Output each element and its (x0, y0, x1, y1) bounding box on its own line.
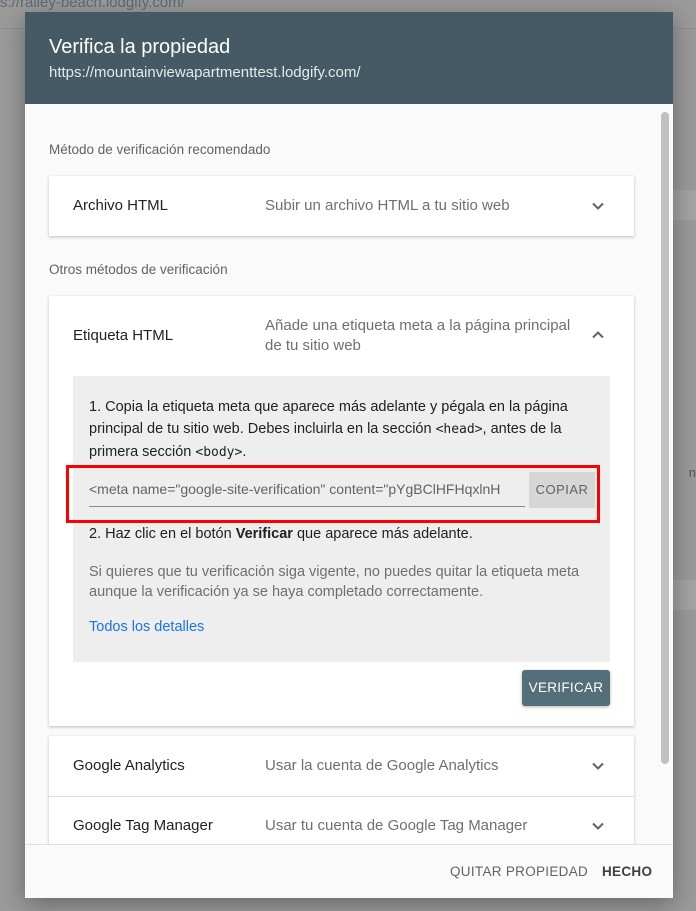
body-code: <body> (195, 445, 243, 460)
method-html-file[interactable]: Archivo HTML Subir un archivo HTML a tu … (49, 176, 634, 236)
chevron-up-icon[interactable] (586, 323, 610, 347)
method-title: Archivo HTML (73, 197, 169, 214)
step-one-part: . (242, 444, 247, 460)
other-methods-list: Google Analytics Usar la cuenta de Googl… (49, 736, 634, 844)
instructions-panel: 1. Copia la etiqueta meta que aparece má… (66, 376, 610, 662)
method-description: Usar tu cuenta de Google Tag Manager (265, 817, 528, 834)
method-title: Google Analytics (73, 757, 185, 774)
background-text: n (688, 465, 696, 480)
dialog-subtitle: https://mountainviewapartmenttest.lodgif… (49, 64, 361, 81)
chevron-down-icon[interactable] (586, 754, 610, 778)
recommended-label: Método de verificación recomendado (49, 142, 271, 157)
dialog-footer: QUITAR PROPIEDAD HECHO (25, 844, 673, 898)
done-button[interactable]: HECHO (602, 864, 652, 879)
method-title[interactable]: Etiqueta HTML (73, 327, 173, 344)
remove-property-button[interactable]: QUITAR PROPIEDAD (450, 864, 588, 879)
background-block (673, 190, 696, 220)
dialog-header: Verifica la propiedad https://mountainvi… (25, 12, 673, 104)
head-code: <head> (435, 422, 483, 437)
other-methods-label: Otros métodos de verificación (49, 262, 228, 277)
verification-note: Si quieres que tu verificación siga vige… (89, 564, 580, 600)
step-one-text: 1. Copia la etiqueta meta que aparece má… (89, 396, 589, 464)
verify-property-dialog: Verifica la propiedad https://mountainvi… (25, 12, 673, 898)
step-two-part: que aparece más adelante. (292, 526, 473, 542)
scrollbar-thumb[interactable] (661, 112, 669, 764)
all-details-link[interactable]: Todos los detalles (89, 619, 204, 635)
method-description: Subir un archivo HTML a tu sitio web (265, 197, 510, 214)
method-google-tag-manager[interactable]: Google Tag Manager Usar tu cuenta de Goo… (49, 796, 634, 844)
method-description: Añade una etiqueta meta a la página prin… (265, 317, 571, 354)
method-description: Usar la cuenta de Google Analytics (265, 757, 499, 774)
verify-button[interactable]: VERIFICAR (522, 670, 610, 706)
dialog-body[interactable]: Método de verificación recomendado Archi… (25, 104, 673, 844)
method-google-analytics[interactable]: Google Analytics Usar la cuenta de Googl… (49, 736, 634, 796)
step-two-part: 2. Haz clic en el botón (89, 526, 236, 542)
method-html-tag: Etiqueta HTML Añade una etiqueta meta a … (49, 296, 634, 726)
method-title: Google Tag Manager (73, 817, 213, 834)
dialog-title: Verifica la propiedad (49, 36, 231, 58)
highlight-box (66, 465, 600, 523)
step-two-text: 2. Haz clic en el botón Verificar que ap… (89, 526, 473, 542)
verify-emphasis: Verificar (235, 526, 293, 542)
chevron-down-icon[interactable] (586, 814, 610, 838)
background-block (673, 580, 696, 610)
chevron-down-icon[interactable] (586, 194, 610, 218)
